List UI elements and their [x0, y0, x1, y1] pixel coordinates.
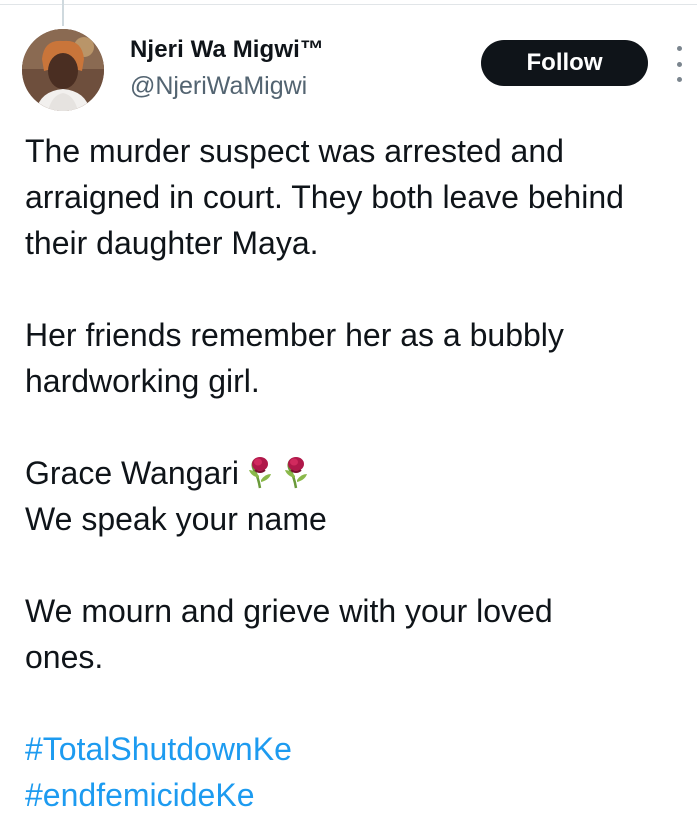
tweet-paragraph: Grace Wangari We speak your name — [25, 450, 697, 542]
avatar-image — [22, 29, 104, 111]
author-handle[interactable]: @NjeriWaMigwi — [130, 72, 307, 101]
wilted-flower-icon — [285, 457, 307, 489]
tweet-line: arraigned in court. They both leave behi… — [25, 179, 624, 215]
follow-button[interactable]: Follow — [481, 40, 648, 86]
tweet-text-name: Grace Wangari — [25, 455, 239, 491]
tweet-line: their daughter Maya. — [25, 225, 319, 261]
tweet-paragraph: We mourn and grieve with your loved ones… — [25, 588, 697, 680]
author-display-name[interactable]: Njeri Wa Migwi™ — [130, 36, 324, 64]
tweet-text: The murder suspect was arrested and arra… — [25, 128, 697, 818]
tweet-line: We speak your name — [25, 501, 327, 537]
top-divider — [0, 4, 697, 5]
tweet-line: Her friends remember her as a bubbly — [25, 317, 564, 353]
wilted-flower-icon — [249, 457, 271, 489]
hashtag-link[interactable]: #endfemicideKe — [25, 772, 697, 818]
tweet-line-with-emoji: Grace Wangari — [25, 450, 697, 496]
tweet-line: The murder suspect was arrested and — [25, 133, 564, 169]
thread-connector-line — [62, 0, 64, 26]
tweet-view: Njeri Wa Migwi™ @NjeriWaMigwi Follow The… — [0, 0, 697, 818]
tweet-paragraph: The murder suspect was arrested and arra… — [25, 128, 697, 266]
tweet-line: ones. — [25, 639, 104, 675]
tweet-line: We mourn and grieve with your loved — [25, 593, 553, 629]
more-options-icon[interactable] — [672, 46, 686, 82]
hashtag-list: #TotalShutdownKe #endfemicideKe — [25, 726, 697, 818]
hashtag-link[interactable]: #TotalShutdownKe — [25, 726, 697, 772]
avatar[interactable] — [22, 29, 104, 111]
tweet-line: hardworking girl. — [25, 363, 260, 399]
tweet-paragraph: Her friends remember her as a bubbly har… — [25, 312, 697, 404]
